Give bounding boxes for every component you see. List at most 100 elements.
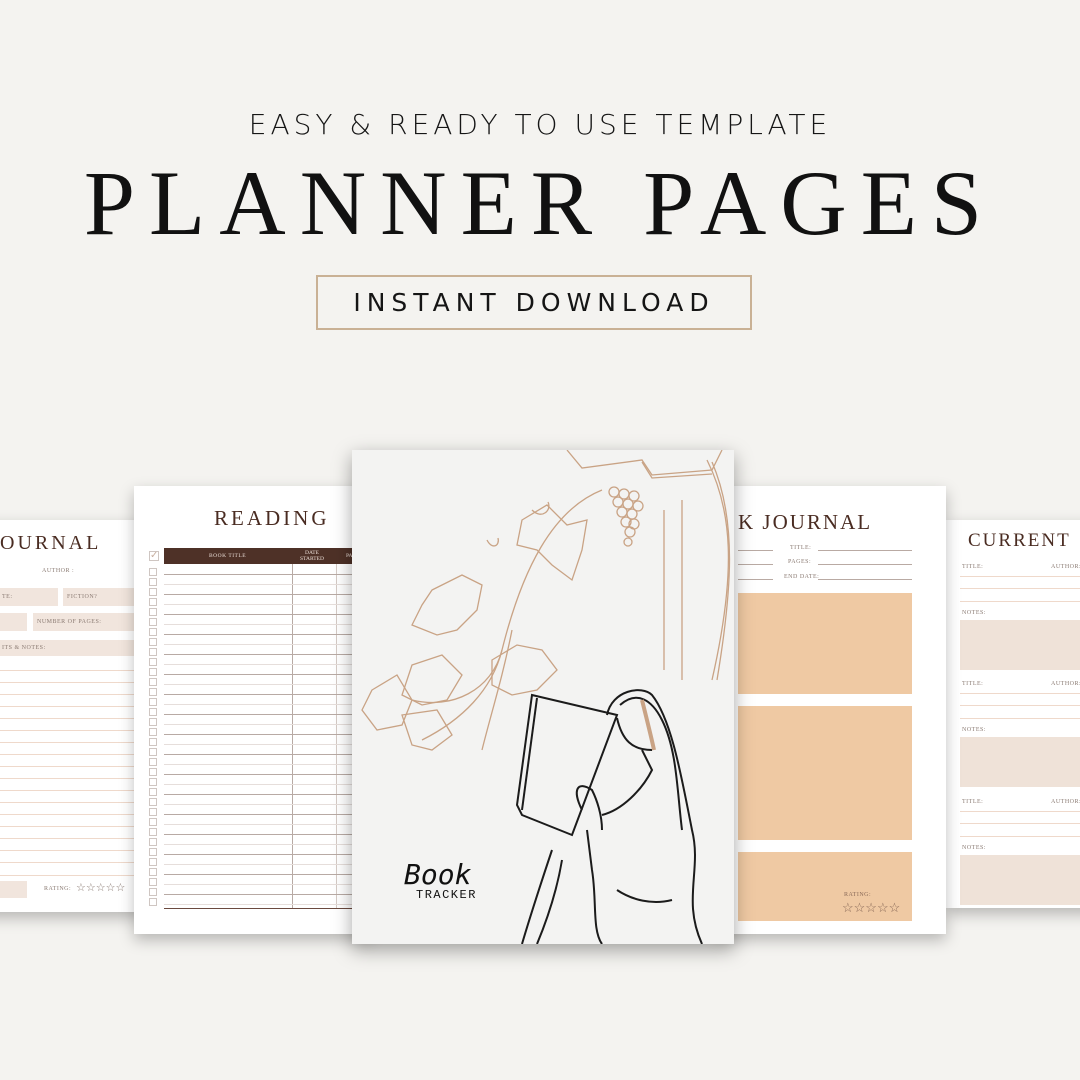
notes-box-1[interactable] (738, 593, 912, 694)
title-input-line[interactable] (960, 576, 1080, 577)
book-journal-left-page: OURNAL AUTHOR : TE: FICTION? NUMBER OF P… (0, 520, 145, 912)
current-title: CURRENT (968, 530, 1071, 551)
table-row-line (164, 884, 370, 885)
row-checkbox[interactable] (149, 648, 157, 656)
row-checkbox[interactable] (149, 598, 157, 606)
pages-label: PAGES: (788, 559, 812, 565)
cover-subtitle: TRACKER (416, 888, 477, 902)
rating-label: RATING: (44, 886, 72, 892)
ruled-line (0, 754, 140, 755)
row-checkbox[interactable] (149, 838, 157, 846)
row-checkbox[interactable] (149, 568, 157, 576)
row-checkbox[interactable] (149, 718, 157, 726)
table-row-line (164, 844, 370, 845)
notes-box[interactable] (960, 855, 1080, 905)
row-checkbox[interactable] (149, 778, 157, 786)
ruled-line (0, 730, 140, 731)
title-input-line[interactable] (818, 550, 912, 551)
row-checkbox[interactable] (149, 678, 157, 686)
input-line[interactable] (960, 823, 1080, 824)
row-checkbox[interactable] (149, 618, 157, 626)
summary-box (0, 881, 27, 898)
input-line[interactable] (960, 601, 1080, 602)
ruled-line (0, 694, 140, 695)
table-bottom-border (164, 908, 370, 909)
input-line[interactable] (960, 705, 1080, 706)
row-checkbox[interactable] (149, 578, 157, 586)
row-checkbox[interactable] (149, 888, 157, 896)
small-field[interactable] (0, 613, 27, 631)
row-checkbox[interactable] (149, 658, 157, 666)
ruled-line (0, 838, 140, 839)
row-checkbox[interactable] (149, 798, 157, 806)
row-checkbox[interactable] (149, 638, 157, 646)
table-row-line (164, 764, 370, 765)
date-field[interactable]: TE: (0, 588, 58, 606)
end-date-input-line[interactable] (818, 579, 912, 580)
subtitle: EASY & READY TO USE TEMPLATE (248, 108, 832, 141)
input-line[interactable] (960, 836, 1080, 837)
ruled-line (0, 766, 140, 767)
row-checkbox[interactable] (149, 878, 157, 886)
row-checkbox[interactable] (149, 868, 157, 876)
row-checkbox[interactable] (149, 828, 157, 836)
grape-cluster (608, 486, 644, 547)
rating-stars[interactable]: ☆☆☆☆☆ (76, 881, 125, 894)
leaf (411, 574, 483, 636)
input-line[interactable] (960, 718, 1080, 719)
row-checkbox[interactable] (149, 898, 157, 906)
row-checkbox[interactable] (149, 688, 157, 696)
input-line[interactable] (960, 588, 1080, 589)
table-row-line (164, 754, 370, 755)
journal-title: OURNAL (0, 532, 102, 554)
table-row-line (164, 824, 370, 825)
row-checkbox[interactable] (149, 698, 157, 706)
row-checkbox[interactable] (149, 818, 157, 826)
journal-title: K JOURNAL (738, 510, 873, 534)
table-row-line (164, 894, 370, 895)
row-checkbox[interactable] (149, 848, 157, 856)
notes-label: NOTES: (962, 845, 986, 851)
author-label: AUTHOR: (1051, 799, 1080, 805)
row-checkbox[interactable] (149, 788, 157, 796)
row-checkbox[interactable] (149, 738, 157, 746)
check-icon[interactable]: ✓ (149, 551, 159, 561)
row-checkbox[interactable] (149, 748, 157, 756)
title-label: TITLE: (790, 545, 812, 551)
table-row-line (164, 774, 370, 775)
author-label: AUTHOR: (1051, 681, 1080, 687)
title-input-line[interactable] (960, 811, 1080, 812)
row-checkbox[interactable] (149, 768, 157, 776)
row-checkbox[interactable] (149, 808, 157, 816)
column-divider (336, 564, 337, 908)
table-header: BOOK TITLE DATE STARTED PA (164, 548, 370, 564)
row-checkbox[interactable] (149, 758, 157, 766)
table-row-line (164, 614, 370, 615)
table-row-line (164, 704, 370, 705)
row-checkbox[interactable] (149, 628, 157, 636)
table-row-line (164, 624, 370, 625)
pages-input-line[interactable] (818, 564, 912, 565)
number-of-pages-field[interactable]: NUMBER OF PAGES: (33, 613, 143, 631)
hair-accent (640, 699, 656, 751)
row-checkbox[interactable] (149, 728, 157, 736)
rating-stars[interactable]: ☆☆☆☆☆ (842, 900, 900, 916)
rating-label: RATING: (844, 892, 872, 898)
ruled-line (0, 875, 140, 876)
table-row-line (164, 574, 370, 575)
table-row-line (164, 854, 370, 855)
fiction-field[interactable]: FICTION? (63, 588, 143, 606)
row-checkbox[interactable] (149, 588, 157, 596)
instant-download-button[interactable]: INSTANT DOWNLOAD (316, 275, 752, 330)
notes-box-2[interactable] (738, 706, 912, 840)
notes-field[interactable]: ITS & NOTES: (0, 640, 143, 656)
title-input-line[interactable] (960, 693, 1080, 694)
column-divider (292, 564, 293, 908)
row-checkbox[interactable] (149, 608, 157, 616)
row-checkbox[interactable] (149, 708, 157, 716)
row-checkbox[interactable] (149, 858, 157, 866)
notes-box[interactable] (960, 620, 1080, 670)
table-row-line (164, 734, 370, 735)
notes-box[interactable] (960, 737, 1080, 787)
row-checkbox[interactable] (149, 668, 157, 676)
